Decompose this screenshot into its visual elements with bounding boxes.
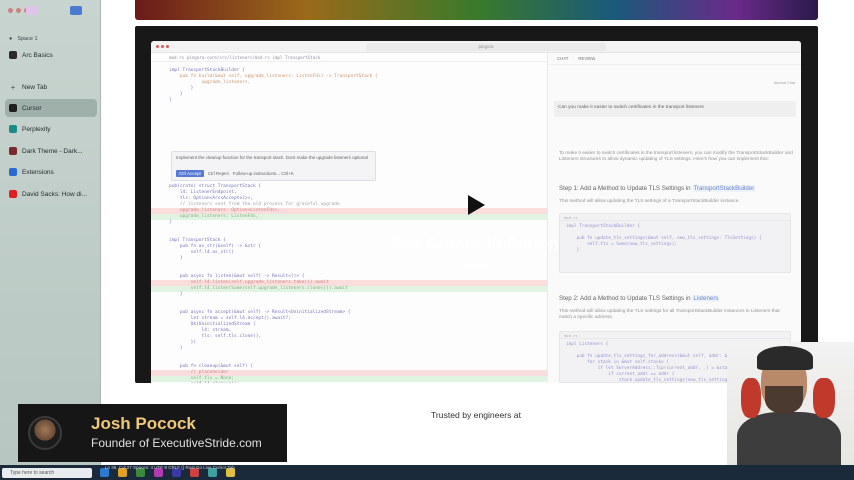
folder-icon [9, 51, 17, 59]
editor-status-bar: Ln 36, Col 27 Spaces: 4 UTF-8 CRLF {} Ru… [105, 465, 235, 470]
sidebar-item-cursor[interactable]: Cursor [5, 99, 97, 117]
avatar [28, 416, 62, 450]
presenter-beard [765, 386, 803, 414]
cursor-icon [9, 104, 17, 112]
extensions-icon [9, 168, 17, 176]
taskbar-search[interactable]: Type here to search [2, 468, 92, 478]
video-overlay-title: See Cursor In Action [391, 234, 559, 253]
presenter-role: Founder of ExecutiveStride.com [91, 436, 262, 450]
presenter-name: Josh Pocock [91, 414, 196, 433]
new-tab-button[interactable]: + New Tab [5, 78, 97, 96]
sidebar-favorite-icon[interactable] [26, 6, 38, 15]
gradient-banner [135, 0, 818, 20]
plus-icon: + [10, 82, 16, 92]
lower-third: Josh Pocock Founder of ExecutiveStride.c… [18, 404, 287, 462]
sidebar-item-arc-basics[interactable]: Arc Basics [5, 46, 97, 64]
play-icon[interactable] [462, 192, 488, 218]
dark-theme-icon [9, 147, 17, 155]
browser-sidebar: ● Space 1 Arc Basics + New Tab Cursor Perp… [0, 0, 101, 468]
headphones-left [741, 378, 761, 418]
sidebar-item-dark-theme[interactable]: Dark Theme - Dark... [5, 142, 97, 160]
presenter-shirt [737, 412, 841, 468]
trusted-by-text: Trusted by engineers at [431, 410, 521, 420]
youtube-icon [9, 190, 17, 198]
sidebar-item-youtube[interactable]: David Sacks: How di... [5, 185, 97, 203]
perplexity-icon [9, 125, 17, 133]
sidebar-profile-icon[interactable] [70, 6, 82, 15]
video-overlay-subtitle: 1 Minute [459, 262, 491, 271]
sidebar-item-extensions[interactable]: Extensions [5, 163, 97, 181]
presenter-cap [757, 346, 813, 370]
headphones-right [813, 378, 835, 418]
sidebar-item-perplexity[interactable]: Perplexity [5, 120, 97, 138]
demo-video[interactable]: pingora mod.rs pingora-core/src/listener… [135, 26, 818, 383]
webcam-overlay [727, 342, 854, 468]
